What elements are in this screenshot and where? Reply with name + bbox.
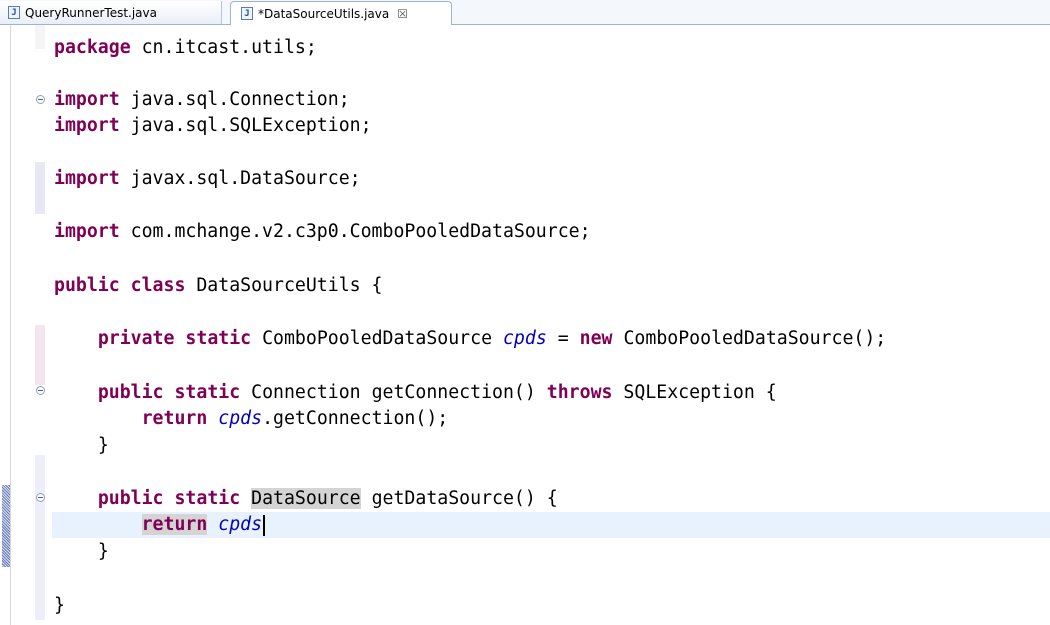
tab-label: *DataSourceUtils.java: [258, 6, 390, 21]
operator: =: [546, 328, 580, 349]
keyword: class: [130, 275, 186, 296]
field-name: cpds: [502, 328, 547, 349]
quickdiff-marker: [35, 325, 45, 385]
keyword: public: [54, 275, 120, 296]
code-line: import com.mchange.v2.c3p0.ComboPooledDa…: [54, 219, 591, 245]
editor-tab-bar: J QueryRunnerTest.java J *DataSourceUtil…: [0, 0, 1050, 25]
method-signature: Connection getConnection(): [240, 382, 547, 403]
import-path: java.sql.SQLException;: [119, 115, 372, 136]
code-line: import javax.sql.DataSource;: [54, 166, 361, 192]
selection-marker: [2, 485, 10, 567]
keyword: import: [54, 115, 120, 136]
keyword: static: [185, 328, 252, 349]
code-line-current: return cpds: [54, 512, 266, 538]
keyword: public: [97, 382, 164, 403]
keyword: return: [141, 408, 208, 429]
fold-collapse-icon[interactable]: [36, 95, 45, 104]
code-line: }: [54, 539, 109, 565]
closing-brace: }: [54, 595, 65, 616]
java-file-icon: J: [241, 7, 253, 20]
keyword: new: [579, 328, 613, 349]
close-tab-icon[interactable]: ☒: [397, 7, 408, 21]
import-path: java.sql.Connection;: [119, 89, 350, 110]
code-line: public static DataSource getDataSource()…: [54, 486, 558, 512]
import-path: com.mchange.v2.c3p0.ComboPooledDataSourc…: [119, 221, 591, 242]
closing-brace: }: [97, 435, 109, 456]
keyword: package: [54, 37, 131, 58]
quickdiff-marker: [35, 162, 45, 214]
code-line: import java.sql.SQLException;: [54, 113, 372, 139]
annotation-gutter: [11, 25, 47, 625]
code-editor[interactable]: package cn.itcast.utils; import java.sql…: [0, 25, 1050, 625]
code-line: return cpds.getConnection();: [54, 406, 449, 432]
keyword: import: [54, 168, 120, 189]
text-caret: [263, 514, 266, 536]
exception-type: SQLException {: [612, 382, 777, 403]
package-name: cn.itcast.utils;: [130, 37, 317, 58]
code-line: private static ComboPooledDataSource cpd…: [54, 326, 886, 352]
tab-queryrunnertest[interactable]: J QueryRunnerTest.java: [0, 1, 222, 24]
tab-datasourceutils[interactable]: J *DataSourceUtils.java ☒: [230, 1, 452, 25]
fold-collapse-icon[interactable]: [36, 386, 45, 395]
constructor-call: ComboPooledDataSource();: [612, 328, 887, 349]
tab-label: QueryRunnerTest.java: [25, 5, 157, 20]
code-line: }: [54, 593, 65, 619]
closing-brace: }: [97, 541, 109, 562]
code-line: public class DataSourceUtils {: [54, 273, 383, 299]
keyword: private: [97, 328, 175, 349]
field-name: cpds: [218, 408, 263, 429]
code-line: public static Connection getConnection()…: [54, 380, 777, 406]
keyword: static: [174, 382, 241, 403]
code-line: }: [54, 433, 109, 459]
java-file-icon: J: [8, 6, 20, 19]
keyword: public: [97, 488, 164, 509]
class-name: DataSourceUtils {: [185, 275, 383, 296]
vertical-ruler: [0, 25, 11, 625]
code-line: package cn.itcast.utils;: [54, 35, 317, 61]
field-name: cpds: [218, 514, 263, 535]
keyword: import: [54, 221, 120, 242]
type-name: ComboPooledDataSource: [251, 328, 503, 349]
type-occurrence-highlight: DataSource: [251, 488, 361, 509]
quickdiff-marker: [35, 455, 45, 620]
keyword: return: [141, 514, 208, 535]
method-call: .getConnection();: [262, 408, 449, 429]
keyword: throws: [546, 382, 613, 403]
keyword: import: [54, 89, 120, 110]
import-path: javax.sql.DataSource;: [119, 168, 361, 189]
code-line: import java.sql.Connection;: [54, 87, 350, 113]
keyword: static: [174, 488, 241, 509]
fold-collapse-icon[interactable]: [36, 493, 45, 502]
method-signature: getDataSource() {: [360, 488, 558, 509]
quickdiff-marker: [35, 25, 45, 49]
